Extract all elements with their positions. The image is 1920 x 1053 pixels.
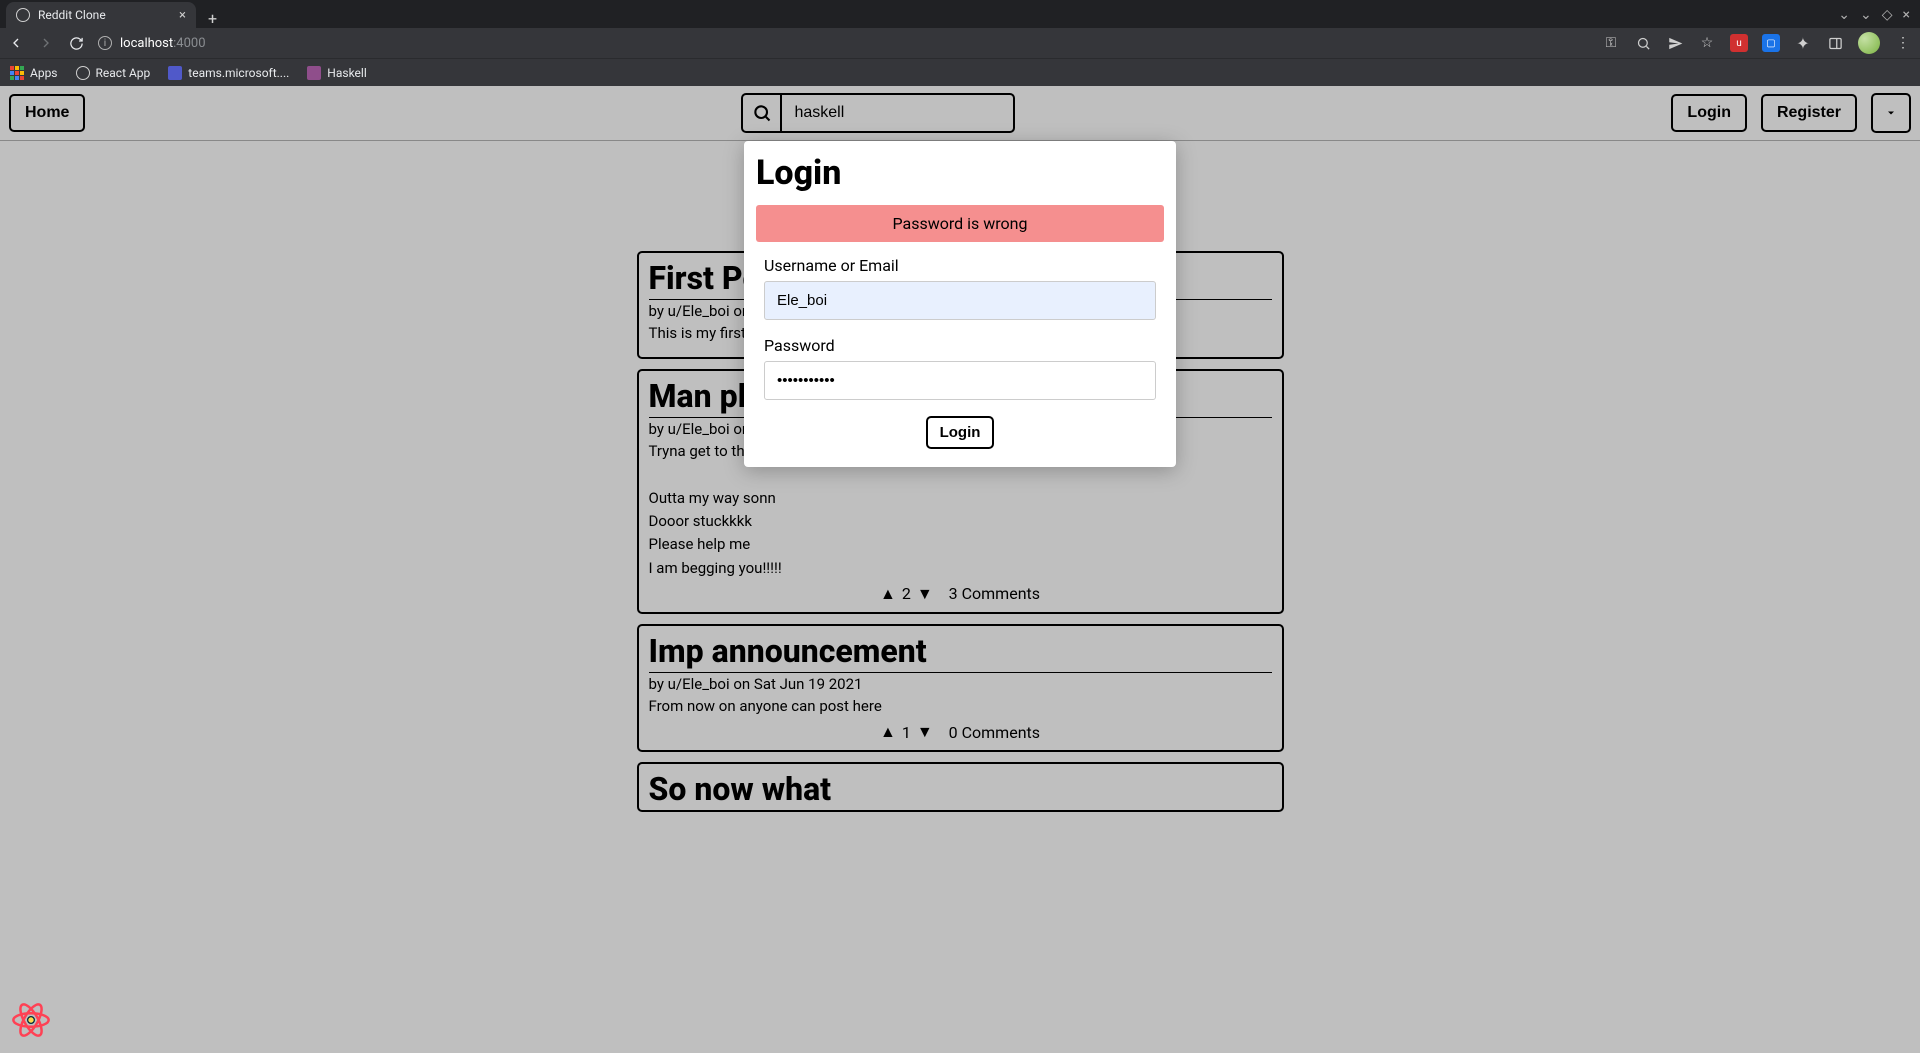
- username-input[interactable]: [764, 281, 1156, 320]
- browser-tab-strip: Reddit Clone × + ⌄ ⌄ ◇ ×: [0, 0, 1920, 28]
- password-input[interactable]: [764, 361, 1156, 400]
- key-icon[interactable]: ⚿: [1602, 34, 1620, 52]
- toolbar-right: ⚿ ☆ u ▢ ✦ ⋮: [1602, 32, 1912, 54]
- panel-icon[interactable]: [1826, 34, 1844, 52]
- password-label: Password: [756, 336, 1164, 355]
- back-icon[interactable]: [8, 35, 24, 51]
- bookmark-react-app[interactable]: React App: [76, 66, 151, 80]
- bookmarks-bar: Apps React App teams.microsoft.... Haske…: [0, 58, 1920, 86]
- close-icon[interactable]: ×: [1903, 7, 1910, 23]
- bookmark-star-icon[interactable]: ☆: [1698, 34, 1716, 52]
- chevron-down-icon[interactable]: ⌄: [1860, 7, 1872, 23]
- teams-icon: [168, 66, 182, 80]
- forward-icon[interactable]: [38, 35, 54, 51]
- globe-icon: [16, 8, 30, 22]
- tab-title: Reddit Clone: [38, 8, 106, 22]
- globe-icon: [76, 66, 90, 80]
- browser-toolbar: i localhost:4000 ⚿ ☆ u ▢ ✦ ⋮: [0, 28, 1920, 58]
- bookmark-teams[interactable]: teams.microsoft....: [168, 66, 289, 80]
- submit-login-button[interactable]: Login: [926, 416, 995, 449]
- login-modal: Login Password is wrong Username or Emai…: [744, 141, 1176, 467]
- ublock-icon[interactable]: u: [1730, 34, 1748, 52]
- kebab-menu-icon[interactable]: ⋮: [1894, 34, 1912, 52]
- url-text: localhost:4000: [120, 36, 206, 51]
- new-tab-button[interactable]: +: [196, 9, 229, 28]
- browser-tab[interactable]: Reddit Clone ×: [6, 2, 196, 28]
- close-icon[interactable]: ×: [179, 8, 186, 23]
- error-banner: Password is wrong: [756, 205, 1164, 242]
- reload-icon[interactable]: [68, 35, 84, 51]
- address-bar[interactable]: i localhost:4000: [98, 36, 206, 51]
- extension-blue-icon[interactable]: ▢: [1762, 34, 1780, 52]
- send-icon[interactable]: [1666, 34, 1684, 52]
- extensions-icon[interactable]: ✦: [1794, 34, 1812, 52]
- bookmark-haskell[interactable]: Haskell: [307, 66, 366, 80]
- react-query-devtools-icon[interactable]: [10, 999, 52, 1041]
- username-label: Username or Email: [756, 256, 1164, 275]
- chevron-down-icon[interactable]: ⌄: [1838, 7, 1850, 23]
- info-icon[interactable]: i: [98, 36, 112, 50]
- diamond-icon[interactable]: ◇: [1882, 7, 1893, 23]
- zoom-icon[interactable]: [1634, 34, 1652, 52]
- profile-avatar[interactable]: [1858, 32, 1880, 54]
- apps-grid-icon: [10, 66, 24, 80]
- bookmark-apps[interactable]: Apps: [10, 66, 58, 80]
- page-content: Home Login Register First Po by u/Ele_bo…: [0, 86, 1920, 1053]
- haskell-icon: [307, 66, 321, 80]
- window-controls: ⌄ ⌄ ◇ ×: [1838, 2, 1920, 28]
- modal-title: Login: [756, 153, 1164, 193]
